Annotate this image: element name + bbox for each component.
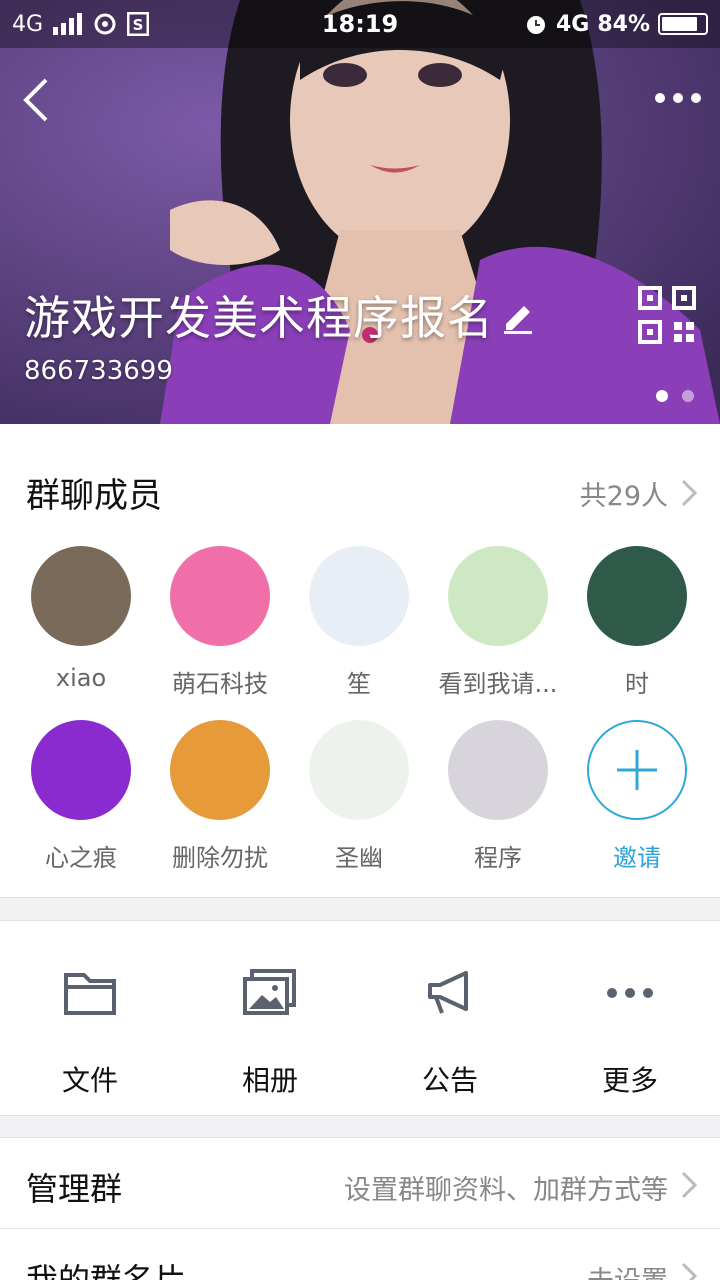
member-name: 心之痕 [45, 844, 117, 872]
member-name: 删除勿扰 [172, 844, 268, 872]
network-indicator-right: 4G [555, 11, 590, 37]
more-actions-button[interactable]: 更多 [540, 921, 720, 1117]
battery-percent: 84% [597, 11, 650, 37]
more-actions-label: 更多 [601, 1064, 658, 1097]
files-label: 文件 [61, 1064, 118, 1097]
megaphone-icon [428, 971, 468, 1014]
members-title: 群聊成员 [26, 476, 162, 516]
page-dot [682, 390, 694, 402]
manage-group-row[interactable]: 管理群 设置群聊资料、加群方式等 [0, 1137, 720, 1229]
group-header-banner: 4G S 18:19 4G 84% 游戏开发美术程序报名 866733699 [0, 0, 720, 424]
member-name: 笙 [347, 670, 371, 698]
sim-icon: S [127, 12, 150, 36]
invite-member-button[interactable]: 邀请 [567, 720, 707, 873]
member-name: 萌石科技 [172, 670, 268, 698]
member-item[interactable]: 心之痕 [11, 720, 151, 873]
chevron-right-icon [681, 1262, 698, 1280]
member-avatar[interactable] [448, 546, 548, 646]
svg-text:S: S [133, 16, 144, 34]
member-item[interactable]: 笙 [289, 546, 429, 699]
chevron-right-icon [681, 479, 698, 507]
plus-icon [617, 750, 657, 790]
member-name: 时 [625, 670, 649, 698]
member-avatar[interactable] [170, 720, 270, 820]
my-group-card-title: 我的群名片 [26, 1261, 187, 1280]
member-item[interactable]: 看到我请... [428, 546, 568, 699]
edit-pencil-icon[interactable] [500, 298, 536, 334]
album-label: 相册 [241, 1064, 298, 1097]
member-avatar[interactable] [31, 720, 131, 820]
clock: 18:19 [321, 10, 399, 38]
group-id: 866733699 [24, 356, 173, 386]
invite-label: 邀请 [613, 844, 661, 872]
banner-page-indicator [656, 390, 694, 402]
members-header[interactable]: 群聊成员 共29人 [0, 424, 720, 558]
member-avatar[interactable] [309, 546, 409, 646]
announcement-label: 公告 [421, 1064, 478, 1097]
page-dot [656, 390, 668, 402]
member-item[interactable]: 圣幽 [289, 720, 429, 873]
files-button[interactable]: 文件 [0, 921, 180, 1117]
alarm-icon [526, 16, 545, 34]
member-avatar[interactable] [309, 720, 409, 820]
members-count[interactable]: 共29人 [580, 474, 668, 513]
sync-icon [94, 13, 116, 35]
group-actions: 文件 相册 公告 更多 [0, 920, 720, 1116]
more-menu-button[interactable] [650, 78, 706, 118]
group-members-section: 群聊成员 共29人 xiao 萌石科技 笙 看到我请... 时心之痕 删除勿扰 圣幽 程序 邀… [0, 424, 720, 898]
signal-icon [53, 13, 83, 35]
more-dots-icon [607, 988, 653, 998]
member-name: xiao [55, 664, 107, 692]
member-avatar[interactable] [31, 546, 131, 646]
member-item[interactable]: 萌石科技 [150, 546, 290, 699]
manage-group-title: 管理群 [26, 1170, 123, 1208]
member-name: 圣幽 [335, 844, 383, 872]
folder-icon [64, 973, 116, 1015]
more-dots-icon [655, 93, 665, 103]
invite-avatar[interactable] [587, 720, 687, 820]
member-avatar[interactable] [448, 720, 548, 820]
member-avatar[interactable] [170, 546, 270, 646]
member-item[interactable]: 删除勿扰 [150, 720, 290, 873]
announcement-button[interactable]: 公告 [360, 921, 540, 1117]
my-group-card-value: 未设置 [587, 1259, 668, 1280]
album-button[interactable]: 相册 [180, 921, 360, 1117]
member-avatar[interactable] [587, 546, 687, 646]
battery-icon [658, 13, 708, 35]
album-icon [243, 969, 296, 1015]
member-name: 看到我请... [438, 670, 558, 698]
member-item[interactable]: xiao [11, 546, 151, 692]
member-item[interactable]: 程序 [428, 720, 568, 873]
manage-group-value: 设置群聊资料、加群方式等 [344, 1175, 668, 1206]
member-item[interactable]: 时 [567, 546, 707, 699]
member-name: 程序 [474, 844, 522, 872]
qr-code-icon[interactable] [638, 286, 696, 344]
chevron-right-icon [681, 1171, 698, 1199]
group-name: 游戏开发美术程序报名 [24, 291, 494, 345]
status-bar: 4G S 18:19 4G 84% [0, 0, 720, 48]
network-indicator: 4G [12, 11, 44, 37]
back-arrow-icon[interactable] [16, 74, 56, 126]
my-group-card-row[interactable]: 我的群名片 未设置 [0, 1229, 720, 1280]
